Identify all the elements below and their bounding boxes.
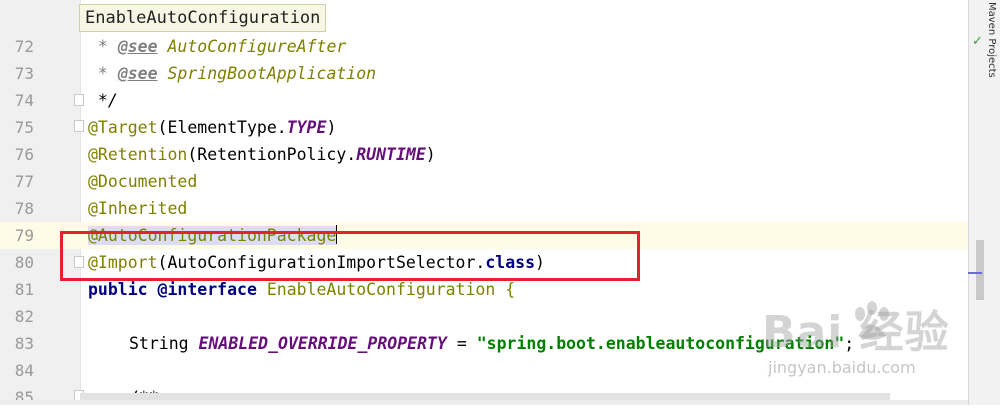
line-number: 83 [14,334,34,353]
line-number: 85 [14,388,34,407]
code-paren: ) [425,145,436,164]
code-paren: ) [326,118,337,137]
code-line-77[interactable]: 77 @Documented [0,168,968,195]
line-number: 72 [14,37,34,56]
annotation[interactable]: @Documented [88,172,197,191]
vertical-scrollbar-thumb[interactable] [976,240,984,300]
horizontal-scrollbar[interactable] [80,393,890,400]
line-number: 79 [14,226,34,245]
constant[interactable]: TYPE [287,118,327,137]
constant[interactable]: ENABLED_OVERRIDE_PROPERTY [199,334,447,353]
javadoc-ref[interactable]: SpringBootApplication [158,64,376,83]
line-number: 82 [14,307,34,326]
javadoc-tag: @see [117,37,158,56]
code-line-78[interactable]: 78 @Inherited [0,195,968,222]
code-line-74[interactable]: 74 */ [0,87,968,114]
code-text[interactable]: */ [88,87,118,114]
code-args: (ElementType. [157,118,287,137]
error-stripe-marker[interactable] [968,272,982,274]
code-text[interactable]: @Retention(RetentionPolicy.RUNTIME) [88,141,436,168]
interface-name[interactable]: EnableAutoConfiguration { [257,280,515,299]
line-number: 81 [14,280,34,299]
type-name[interactable]: String [129,334,199,353]
line-number: 73 [14,64,34,83]
constant[interactable]: RUNTIME [356,145,426,164]
line-number: 76 [14,145,34,164]
line-number: 84 [14,361,34,380]
line-number: 80 [14,253,34,272]
keyword: public [88,280,148,299]
breadcrumb-tooltip: EnableAutoConfiguration [79,4,327,32]
annotation[interactable]: @Target [88,118,158,137]
line-number: 75 [14,118,34,137]
code-text[interactable]: * @see SpringBootApplication [88,60,376,87]
paw-logo-icon [855,301,889,340]
comment-prefix: * [88,37,118,56]
code-text[interactable]: * @see AutoConfigureAfter [88,33,346,60]
maven-projects-tab[interactable]: Maven Projects [986,2,997,78]
fold-end-icon[interactable] [74,94,84,106]
code-text[interactable]: String ENABLED_OVERRIDE_PROPERTY = "spri… [129,330,854,357]
code-text[interactable]: @Documented [88,168,197,195]
code-line-72[interactable]: 72 * @see AutoConfigureAfter [0,33,968,60]
code-args: (RetentionPolicy. [187,145,357,164]
code-line-73[interactable]: 73 * @see SpringBootApplication [0,60,968,87]
highlight-annotation-box [60,231,640,281]
watermark: Bai 经验 jingyan.baidu.com [762,296,998,386]
javadoc-tag: @see [117,64,158,83]
operator: = [446,334,477,353]
check-icon: ✓ [972,34,983,49]
code-text[interactable]: @Inherited [88,195,187,222]
javadoc-ref[interactable]: AutoConfigureAfter [158,37,346,56]
code-line-76[interactable]: 76 @Retention(RetentionPolicy.RUNTIME) [0,141,968,168]
code-line-75[interactable]: 75 @Target(ElementType.TYPE) [0,114,968,141]
bottom-bar [0,400,968,405]
line-number: 78 [14,199,34,218]
annotation[interactable]: @Retention [88,145,187,164]
comment-prefix: * [88,64,118,83]
line-number: 74 [14,91,34,110]
fold-start-icon[interactable] [74,120,84,132]
code-text[interactable]: @Target(ElementType.TYPE) [88,114,336,141]
line-number: 77 [14,172,34,191]
annotation[interactable]: @Inherited [88,199,187,218]
keyword: @interface [157,280,257,299]
watermark-url: jingyan.baidu.com [768,358,916,377]
